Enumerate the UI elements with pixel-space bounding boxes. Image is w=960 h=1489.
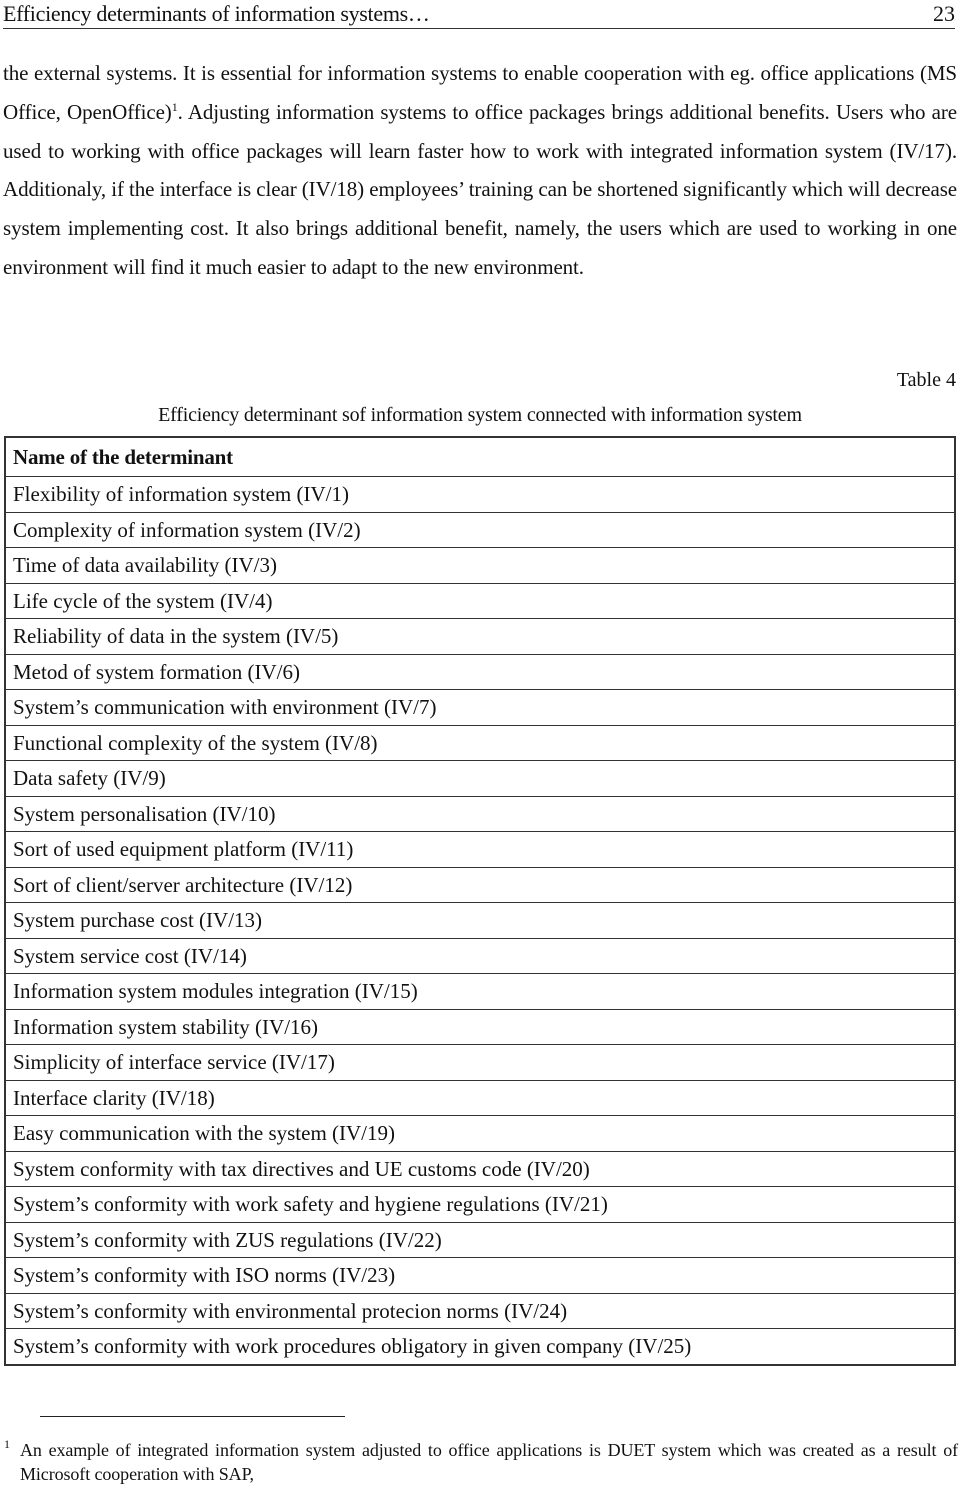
table-row: Time of data availability (IV/3) <box>5 547 955 583</box>
determinant-cell: Sort of used equipment platform (IV/11) <box>5 831 955 867</box>
table-row: Sort of client/server architecture (IV/1… <box>5 866 955 903</box>
body-paragraph: the external systems. It is essential fo… <box>3 54 957 287</box>
table-row: Simplicity of interface service (IV/17) <box>5 1044 955 1080</box>
table-row: Life cycle of the system (IV/4) <box>5 582 955 619</box>
table-row: Easy communication with the system (IV/1… <box>5 1115 955 1151</box>
table-row: System’s conformity with environmental p… <box>5 1292 955 1329</box>
table-row: Reliability of data in the system (IV/5) <box>5 618 955 654</box>
footnote-mark: 1 <box>4 1437 10 1451</box>
footnote-separator <box>40 1416 345 1417</box>
running-header-title: Efficiency determinants of information s… <box>3 1 430 26</box>
determinant-cell: System purchase cost (IV/13) <box>5 902 955 938</box>
table-header-cell: Name of the determinant <box>5 436 955 477</box>
footnote-text: An example of integrated information sys… <box>20 1440 958 1484</box>
table-row: Functional complexity of the system (IV/… <box>5 724 955 761</box>
running-header: Efficiency determinants of information s… <box>3 0 955 29</box>
determinant-cell: Information system stability (IV/16) <box>5 1008 955 1045</box>
determinant-cell: Simplicity of interface service (IV/17) <box>5 1044 955 1080</box>
footnote: 1 An example of integrated information s… <box>4 1437 958 1486</box>
determinant-cell: Interface clarity (IV/18) <box>5 1079 955 1116</box>
determinants-table: Name of the determinant Flexibility of i… <box>4 436 956 1366</box>
table-row: Interface clarity (IV/18) <box>5 1079 955 1116</box>
determinant-cell: Reliability of data in the system (IV/5) <box>5 618 955 654</box>
table-row: System’s conformity with ISO norms (IV/2… <box>5 1257 955 1293</box>
table-row: System’s conformity with work procedures… <box>5 1328 955 1365</box>
table-row: System purchase cost (IV/13) <box>5 902 955 938</box>
table-header-row: Name of the determinant <box>5 436 955 477</box>
determinant-cell: System’s conformity with work safety and… <box>5 1186 955 1222</box>
table-row: Data safety (IV/9) <box>5 760 955 796</box>
table-caption: Efficiency determinant sof information s… <box>158 404 802 426</box>
determinant-cell: Sort of client/server architecture (IV/1… <box>5 866 955 903</box>
body-paragraph-part2: . Adjusting information systems to offic… <box>3 99 957 279</box>
table-row: System service cost (IV/14) <box>5 937 955 974</box>
determinant-cell: Flexibility of information system (IV/1) <box>5 476 955 512</box>
determinant-cell: Functional complexity of the system (IV/… <box>5 724 955 761</box>
table-row: Sort of used equipment platform (IV/11) <box>5 831 955 867</box>
table-row: Flexibility of information system (IV/1) <box>5 476 955 512</box>
table-row: Information system modules integration (… <box>5 973 955 1009</box>
determinant-cell: System’s communication with environment … <box>5 689 955 725</box>
table-row: Complexity of information system (IV/2) <box>5 511 955 548</box>
table-row: Metod of system formation (IV/6) <box>5 653 955 690</box>
page-number: 23 <box>933 1 955 26</box>
table-row: Information system stability (IV/16) <box>5 1008 955 1045</box>
determinant-cell: Metod of system formation (IV/6) <box>5 653 955 690</box>
determinant-cell: System service cost (IV/14) <box>5 937 955 974</box>
determinant-cell: Easy communication with the system (IV/1… <box>5 1115 955 1151</box>
determinant-cell: System’s conformity with ISO norms (IV/2… <box>5 1257 955 1293</box>
determinant-cell: System’s conformity with work procedures… <box>5 1328 955 1365</box>
determinant-cell: Data safety (IV/9) <box>5 760 955 796</box>
determinant-cell: Life cycle of the system (IV/4) <box>5 582 955 619</box>
determinant-cell: Time of data availability (IV/3) <box>5 547 955 583</box>
table-row: System’s conformity with work safety and… <box>5 1186 955 1222</box>
table-body: Flexibility of information system (IV/1)… <box>5 476 955 1365</box>
table-row: System’s communication with environment … <box>5 689 955 725</box>
table-row: System conformity with tax directives an… <box>5 1150 955 1187</box>
table-row: System’s conformity with ZUS regulations… <box>5 1221 955 1258</box>
determinant-cell: System conformity with tax directives an… <box>5 1150 955 1187</box>
determinant-cell: System’s conformity with ZUS regulations… <box>5 1221 955 1258</box>
determinant-cell: Complexity of information system (IV/2) <box>5 511 955 548</box>
determinant-cell: Information system modules integration (… <box>5 973 955 1009</box>
determinant-cell: System personalisation (IV/10) <box>5 795 955 832</box>
determinant-cell: System’s conformity with environmental p… <box>5 1292 955 1329</box>
table-label: Table 4 <box>896 369 956 391</box>
table-row: System personalisation (IV/10) <box>5 795 955 832</box>
